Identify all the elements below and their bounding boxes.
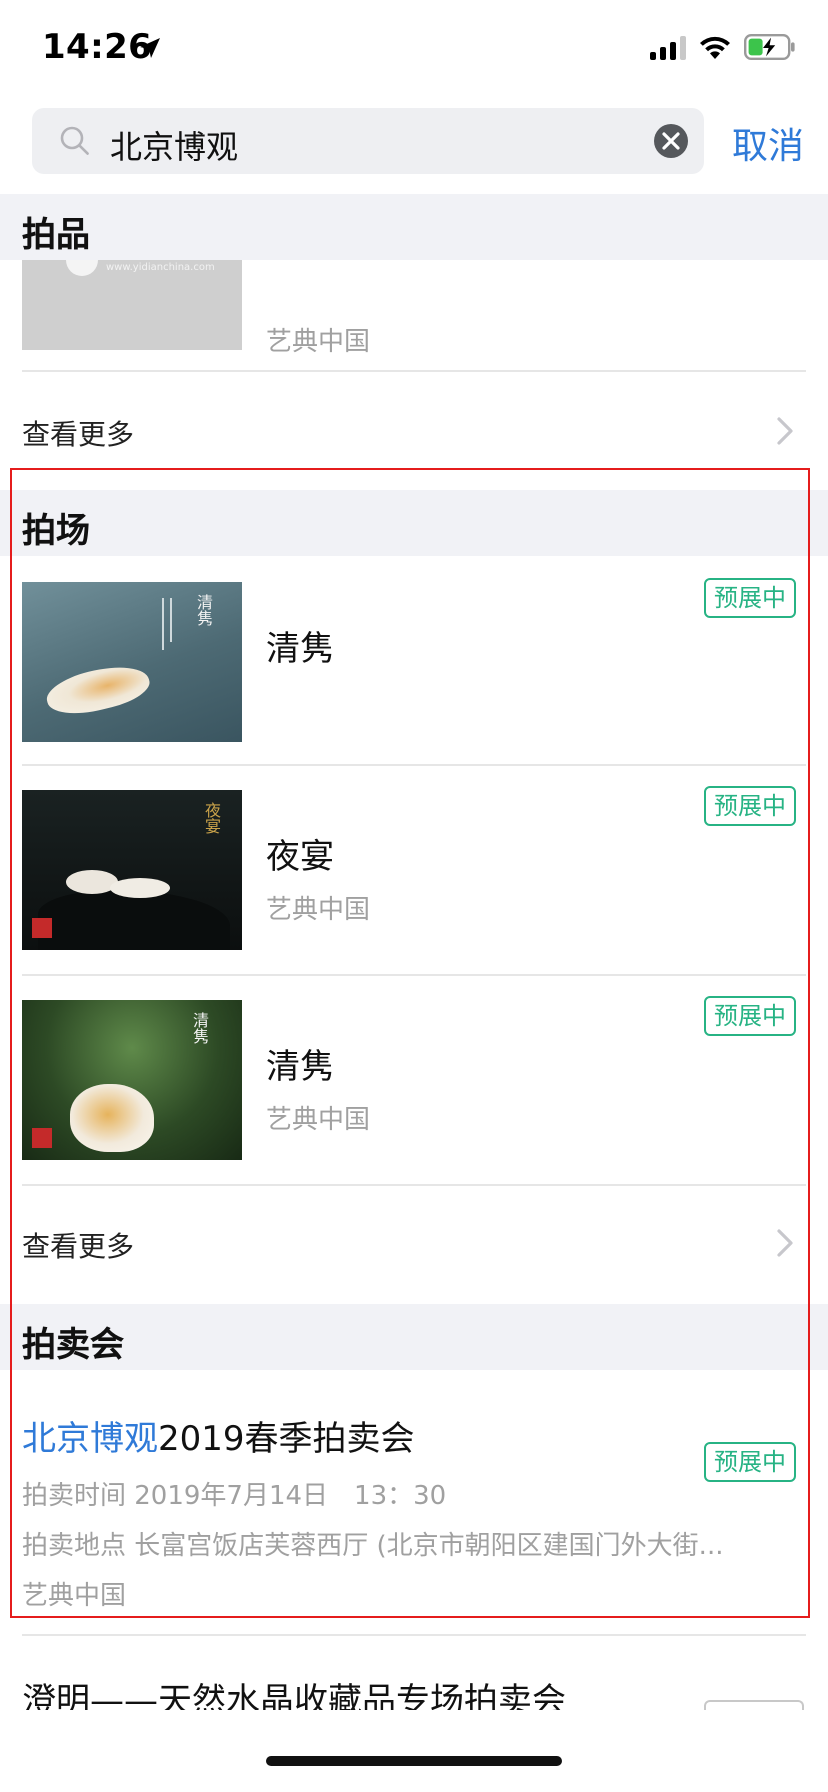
- close-icon: [662, 132, 680, 150]
- auction-row[interactable]: 澄明——天然水晶收藏品专场拍卖会: [0, 1636, 828, 1710]
- auction-org: 艺典中国: [22, 1582, 127, 1612]
- session-thumbnail: 夜宴: [22, 790, 242, 950]
- auction-title-highlight: 北京博观: [22, 1420, 158, 1460]
- session-title: 清隽: [266, 1048, 334, 1088]
- wifi-icon: [700, 35, 730, 58]
- jade-artwork: [42, 658, 154, 722]
- sessions-view-more[interactable]: 查看更多: [22, 1214, 806, 1274]
- sessions-section-title: 拍场: [22, 512, 90, 552]
- auction-title: 北京博观2019春季拍卖会: [22, 1410, 415, 1460]
- cancel-button[interactable]: 取消: [732, 118, 804, 170]
- lot-subtitle: 艺典中国: [266, 328, 371, 358]
- view-more-label: 查看更多: [22, 1232, 134, 1264]
- cellular-signal-icon: [650, 35, 686, 59]
- auctions-section-title: 拍卖会: [22, 1326, 124, 1366]
- artwork-caption: 清隽: [196, 594, 214, 626]
- lot-thumbnail[interactable]: www.yidianchina.com: [22, 260, 242, 350]
- status-badge: 预展中: [704, 996, 797, 1036]
- status-badge: 预展中: [704, 786, 797, 826]
- session-row[interactable]: 清隽 清隽 艺典中国 预展中: [0, 976, 828, 1184]
- status-badge: [704, 1700, 804, 1710]
- divider: [22, 370, 806, 372]
- status-icons: [650, 34, 796, 60]
- artwork-text-line: [170, 598, 172, 642]
- auctions-section-header: 拍卖会: [0, 1304, 828, 1370]
- seal-logo: [32, 1128, 52, 1148]
- session-title: 清隽: [266, 630, 334, 670]
- clear-search-button[interactable]: [654, 124, 688, 158]
- lots-section-title: 拍品: [22, 216, 90, 256]
- auction-title: 澄明——天然水晶收藏品专场拍卖会: [22, 1682, 566, 1710]
- lots-section-header: 拍品: [0, 194, 828, 260]
- session-thumbnail: 清隽: [22, 582, 242, 742]
- search-field[interactable]: 北京博观: [32, 108, 704, 174]
- battery-charging-icon: [744, 34, 795, 60]
- jade-artwork: [70, 1084, 154, 1152]
- chevron-right-icon: [777, 1229, 793, 1257]
- status-badge: 预展中: [704, 578, 797, 618]
- session-title: 夜宴: [266, 838, 334, 878]
- seal-logo: [32, 918, 52, 938]
- session-row[interactable]: 夜宴 夜宴 艺典中国 预展中: [0, 766, 828, 974]
- auction-title-rest: 2019春季拍卖会: [158, 1420, 415, 1460]
- drape-artwork: [38, 890, 230, 950]
- session-thumbnail: 清隽: [22, 1000, 242, 1160]
- search-input-value[interactable]: 北京博观: [110, 120, 238, 168]
- jade-artwork: [110, 878, 170, 898]
- artwork-text-line: [162, 598, 164, 650]
- auction-row[interactable]: 北京博观2019春季拍卖会 拍卖时间 2019年7月14日 13：30 拍卖地点…: [0, 1370, 828, 1630]
- auction-time: 拍卖时间 2019年7月14日 13：30: [22, 1482, 447, 1512]
- chevron-right-icon: [777, 417, 793, 445]
- home-indicator: [266, 1756, 562, 1766]
- status-time: 14:26: [42, 28, 153, 68]
- divider: [22, 1184, 806, 1186]
- session-row[interactable]: 清隽 清隽 预展中: [0, 556, 828, 764]
- search-icon: [60, 126, 89, 155]
- session-subtitle: 艺典中国: [266, 1106, 371, 1136]
- lots-view-more[interactable]: 查看更多: [22, 402, 806, 462]
- watermark-logo: [66, 260, 98, 276]
- auction-place: 拍卖地点 长富宫饭店芙蓉西厅 (北京市朝阳区建国门外大街...: [22, 1532, 724, 1562]
- status-badge: 预展中: [704, 1442, 797, 1482]
- view-more-label: 查看更多: [22, 420, 134, 452]
- session-subtitle: 艺典中国: [266, 896, 371, 926]
- artwork-caption: 清隽: [192, 1012, 210, 1044]
- sessions-section-header: 拍场: [0, 490, 828, 556]
- artwork-caption: 夜宴: [204, 802, 222, 834]
- location-arrow-icon: [140, 38, 160, 58]
- watermark-text: www.yidianchina.com: [106, 262, 215, 274]
